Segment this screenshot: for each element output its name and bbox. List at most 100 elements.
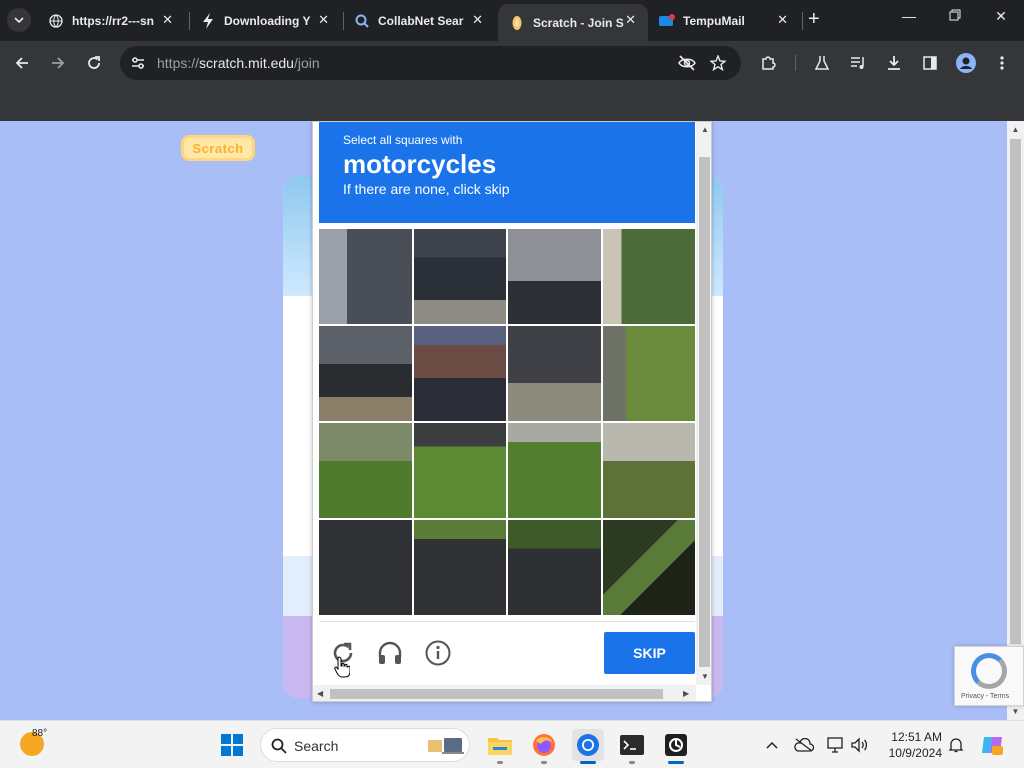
image-tile[interactable] xyxy=(508,229,601,324)
chevron-up-icon[interactable] xyxy=(762,735,782,755)
audio-challenge-button[interactable] xyxy=(375,638,405,668)
plus-icon: + xyxy=(808,8,820,30)
volume-icon[interactable] xyxy=(850,735,870,755)
scroll-up-icon[interactable]: ▲ xyxy=(1007,121,1024,138)
image-tile[interactable] xyxy=(602,326,695,421)
tab-collabnet[interactable]: CollabNet Sear ✕ xyxy=(343,4,495,37)
more-options-icon[interactable] xyxy=(990,51,1014,75)
challenge-vertical-scrollbar[interactable]: ▲ ▼ xyxy=(696,122,711,685)
image-tile[interactable] xyxy=(319,520,412,615)
tab-downloading[interactable]: Downloading Y ✕ xyxy=(189,4,341,37)
scroll-down-icon[interactable]: ▼ xyxy=(701,672,709,681)
info-icon xyxy=(425,640,451,666)
challenge-horizontal-scrollbar[interactable]: ◀ ▶ xyxy=(313,685,696,701)
image-tile[interactable] xyxy=(413,326,506,421)
tab-title: TempuMail xyxy=(683,13,745,28)
file-explorer-icon[interactable] xyxy=(484,729,516,761)
image-tile[interactable] xyxy=(319,229,412,324)
image-tile[interactable] xyxy=(508,423,601,518)
image-tile[interactable] xyxy=(319,423,412,518)
terminal-icon[interactable] xyxy=(616,729,648,761)
onedrive-offline-icon[interactable] xyxy=(794,735,814,755)
image-tile[interactable] xyxy=(602,520,695,615)
tab-search-button[interactable] xyxy=(7,8,31,32)
tempumail-icon xyxy=(659,13,675,29)
close-window-button[interactable]: ✕ xyxy=(986,8,1016,25)
close-icon[interactable]: ✕ xyxy=(162,12,173,28)
toolbar-divider xyxy=(795,55,796,71)
weather-temperature: 88° xyxy=(32,728,48,739)
scroll-up-icon[interactable]: ▲ xyxy=(701,125,709,134)
image-tile[interactable] xyxy=(319,326,412,421)
media-queue-icon[interactable] xyxy=(846,51,870,75)
image-tile[interactable] xyxy=(413,423,506,518)
scratch-logo[interactable]: Scratch xyxy=(181,135,255,161)
image-tile[interactable] xyxy=(508,520,601,615)
start-button[interactable] xyxy=(216,729,248,761)
tab-title: CollabNet Sear xyxy=(378,13,464,28)
challenge-header: Select all squares with motorcycles If t… xyxy=(319,122,695,223)
scroll-thumb[interactable] xyxy=(330,689,663,699)
forward-button[interactable] xyxy=(46,51,70,75)
taskbar-search[interactable]: Search xyxy=(260,728,470,762)
url-scheme: https:// xyxy=(157,55,200,71)
page-scrollbar[interactable]: ▲ ▼ xyxy=(1007,121,1024,720)
eye-off-icon[interactable] xyxy=(675,51,699,75)
scroll-left-icon[interactable]: ◀ xyxy=(317,689,323,698)
notification-bell-icon[interactable] xyxy=(946,735,966,755)
image-tile[interactable] xyxy=(413,229,506,324)
network-icon[interactable] xyxy=(826,735,846,755)
minimize-button[interactable]: — xyxy=(894,8,924,24)
url-host: scratch.mit.edu xyxy=(199,55,294,71)
running-indicator xyxy=(497,761,503,764)
chevron-down-icon xyxy=(14,17,24,24)
tab-rr2[interactable]: https://rr2---sn ✕ xyxy=(37,4,185,37)
chrome-icon[interactable] xyxy=(572,729,604,761)
close-icon[interactable]: ✕ xyxy=(777,12,788,28)
profile-avatar-icon[interactable] xyxy=(954,51,978,75)
download-icon[interactable] xyxy=(882,51,906,75)
labs-flask-icon[interactable] xyxy=(810,51,834,75)
tab-tempumail[interactable]: TempuMail ✕ xyxy=(648,4,800,37)
image-tile[interactable] xyxy=(508,326,601,421)
firefox-icon[interactable] xyxy=(528,729,560,761)
capture-tool-icon[interactable] xyxy=(660,729,692,761)
back-button[interactable] xyxy=(10,51,34,75)
browser-tab-strip: https://rr2---sn ✕ Downloading Y ✕ Colla… xyxy=(0,0,1024,41)
close-icon[interactable]: ✕ xyxy=(625,12,636,28)
close-icon[interactable]: ✕ xyxy=(318,12,329,28)
reload-button[interactable] xyxy=(82,51,106,75)
headphones-icon xyxy=(378,641,402,664)
tab-scratch-join[interactable]: Scratch - Join S ✕ xyxy=(498,4,648,41)
skip-button[interactable]: SKIP xyxy=(604,632,695,674)
recaptcha-badge-links[interactable]: Privacy - Terms xyxy=(961,693,1009,700)
site-info-icon[interactable] xyxy=(130,55,146,71)
help-info-button[interactable] xyxy=(423,638,453,668)
system-clock[interactable]: 12:51 AM 10/9/2024 xyxy=(882,729,942,761)
globe-icon xyxy=(48,13,64,29)
address-bar[interactable]: https://scratch.mit.edu/join xyxy=(120,46,741,80)
close-icon[interactable]: ✕ xyxy=(472,12,483,28)
image-tile[interactable] xyxy=(413,520,506,615)
search-label: Search xyxy=(294,738,339,754)
url-text[interactable]: https://scratch.mit.edu/join xyxy=(157,55,320,71)
scroll-thumb[interactable] xyxy=(1010,139,1021,644)
restore-button[interactable] xyxy=(940,8,970,24)
image-tile[interactable] xyxy=(602,423,695,518)
side-panel-icon[interactable] xyxy=(918,51,942,75)
new-tab-button[interactable]: + xyxy=(808,9,820,29)
recaptcha-badge[interactable]: Privacy - Terms xyxy=(954,646,1024,706)
image-tile[interactable] xyxy=(602,229,695,324)
recaptcha-challenge: Select all squares with motorcycles If t… xyxy=(312,121,712,702)
copilot-icon[interactable] xyxy=(980,733,1004,757)
arrow-right-icon xyxy=(52,57,65,69)
tab-title: Scratch - Join S xyxy=(533,15,624,30)
tab-title: https://rr2---sn xyxy=(72,13,154,28)
bookmark-star-icon[interactable] xyxy=(706,51,730,75)
scroll-thumb[interactable] xyxy=(699,157,710,667)
extensions-icon[interactable] xyxy=(756,51,780,75)
hand-cursor-icon xyxy=(334,656,350,678)
lightning-icon xyxy=(200,12,216,29)
search-icon xyxy=(354,13,370,29)
scroll-right-icon[interactable]: ▶ xyxy=(683,689,689,698)
